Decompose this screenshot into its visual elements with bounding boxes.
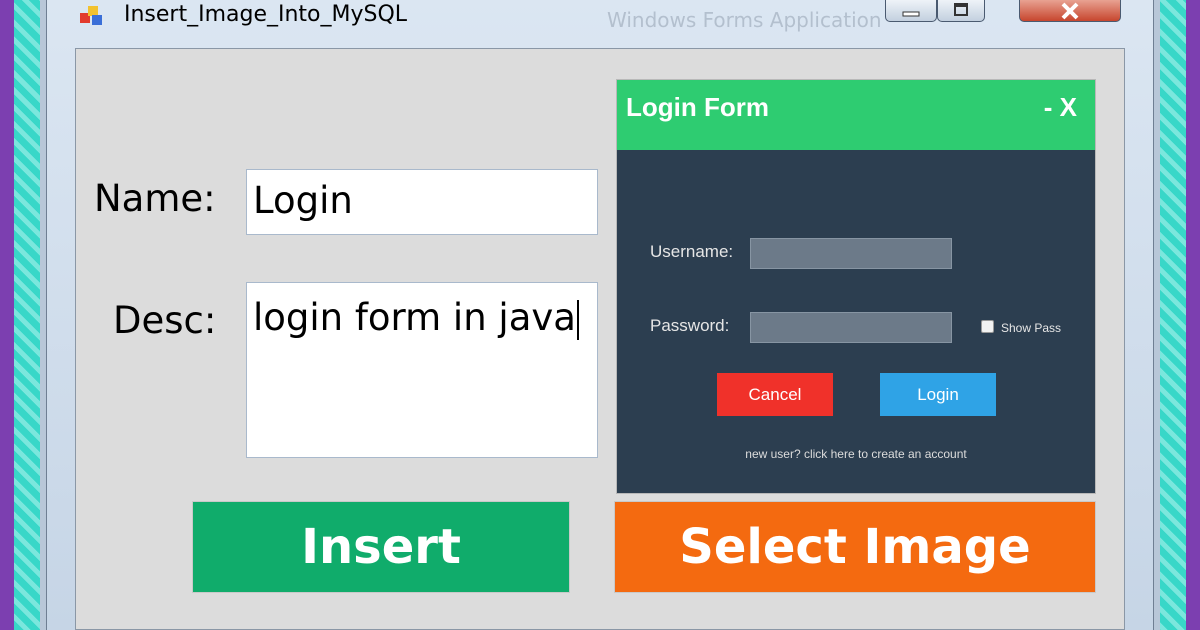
background-window-title: Windows Forms Application <box>607 8 882 32</box>
app-window: Insert_Image_Into_MySQL Windows Forms Ap… <box>46 0 1154 630</box>
minimize-icon <box>902 11 920 17</box>
insert-button[interactable]: Insert <box>192 501 570 593</box>
image-preview: Login Form - X Username: Password: Show … <box>616 79 1096 494</box>
preview-cancel-button: Cancel <box>717 373 833 416</box>
form-client-area: Name: Login Desc: login form in java Ins… <box>75 48 1125 630</box>
preview-login-button: Login <box>880 373 996 416</box>
preview-password-label: Password: <box>650 316 730 335</box>
maximize-button[interactable] <box>937 0 985 22</box>
desc-textarea[interactable]: login form in java <box>246 282 598 458</box>
preview-new-user-link: new user? click here to create an accoun… <box>745 447 967 461</box>
preview-username-label: Username: <box>650 242 734 261</box>
select-image-button[interactable]: Select Image <box>614 501 1096 593</box>
close-icon <box>1061 2 1079 20</box>
name-label: Name: <box>94 177 216 220</box>
preview-username-field <box>750 238 952 269</box>
minimize-button[interactable] <box>885 0 937 22</box>
app-icon[interactable] <box>79 4 105 28</box>
name-input[interactable]: Login <box>246 169 598 235</box>
preview-password-field <box>750 312 952 343</box>
text-caret <box>576 299 579 340</box>
preview-title: Login Form <box>626 92 769 122</box>
preview-show-pass-checkbox <box>981 320 994 333</box>
close-button[interactable] <box>1019 0 1121 22</box>
title-bar[interactable]: Insert_Image_Into_MySQL Windows Forms Ap… <box>47 0 1153 36</box>
preview-header: Login Form - X <box>617 80 1095 150</box>
window-title: Insert_Image_Into_MySQL <box>124 2 408 27</box>
maximize-icon <box>954 3 968 16</box>
preview-window-controls: - X <box>1043 92 1077 122</box>
preview-show-pass-label: Show Pass <box>1001 321 1062 335</box>
desc-label: Desc: <box>113 299 217 342</box>
desc-text: login form in java <box>253 296 576 339</box>
